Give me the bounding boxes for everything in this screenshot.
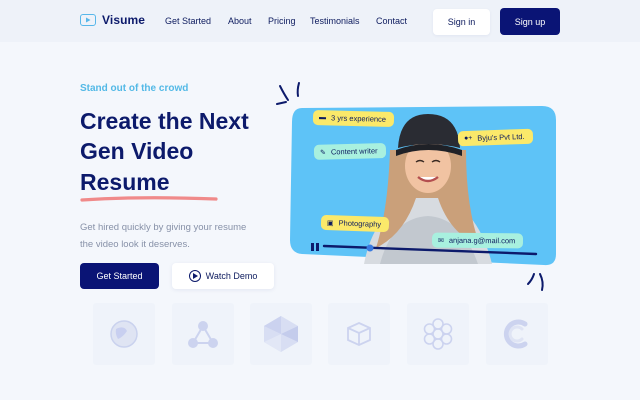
hero-illustration: ▬ 3 yrs experience ●+ Byju's Pvt Ltd. ✎ …	[272, 78, 562, 298]
partner-logo-box	[328, 303, 390, 365]
watch-demo-button[interactable]: Watch Demo	[172, 263, 274, 289]
hero-description-line-2: the video look it deserves.	[80, 239, 190, 250]
partner-logo-network	[172, 303, 234, 365]
flower-icon	[423, 318, 453, 350]
headline-underline	[80, 196, 218, 202]
nav-contact[interactable]: Contact	[376, 16, 407, 26]
globe-icon	[110, 320, 138, 348]
headline-line-2: Gen Video	[80, 138, 194, 164]
signin-button[interactable]: Sign in	[433, 9, 490, 35]
partner-logo-globe	[93, 303, 155, 365]
hero-kicker: Stand out of the crowd	[80, 83, 189, 94]
mail-icon: ✉	[437, 237, 444, 245]
tag-hobby: ▣ Photography	[320, 214, 390, 233]
brand-logo[interactable]: Visume	[80, 13, 145, 27]
hero-description-line-1: Get hired quickly by giving your resume	[80, 222, 247, 233]
get-started-button[interactable]: Get Started	[80, 263, 159, 289]
partner-logo-flower	[407, 303, 469, 365]
network-icon	[188, 321, 218, 348]
camera-icon: ▣	[326, 219, 334, 227]
brand-name: Visume	[102, 13, 146, 27]
pen-icon: ✎	[319, 149, 326, 157]
tag-company: ●+ Byju's Pvt Ltd.	[457, 128, 533, 147]
play-circle-icon	[188, 270, 201, 282]
nav-get-started[interactable]: Get Started	[165, 16, 211, 26]
briefcase-icon: ▬	[318, 114, 327, 122]
user-plus-icon: ●+	[463, 134, 473, 143]
partner-logo-c-mark	[486, 303, 548, 365]
nav-about[interactable]: About	[228, 16, 252, 26]
tag-role: ✎ Content writer	[313, 143, 386, 160]
c-mark-icon	[503, 319, 528, 349]
tag-email: ✉ anjana.g@mail.com	[431, 232, 524, 249]
watch-demo-label: Watch Demo	[205, 271, 258, 281]
headline-line-3: Resume	[80, 169, 170, 195]
nav-pricing[interactable]: Pricing	[268, 16, 296, 26]
play-icon	[80, 14, 96, 26]
partner-logo-gem	[250, 303, 312, 365]
cube-gem-icon	[264, 316, 298, 352]
tag-experience: ▬ 3 yrs experience	[312, 109, 395, 128]
nav-testimonials[interactable]: Testimonials	[310, 16, 360, 26]
box-icon	[347, 322, 371, 346]
headline-line-1: Create the Next	[80, 108, 249, 134]
signup-button[interactable]: Sign up	[500, 8, 560, 35]
